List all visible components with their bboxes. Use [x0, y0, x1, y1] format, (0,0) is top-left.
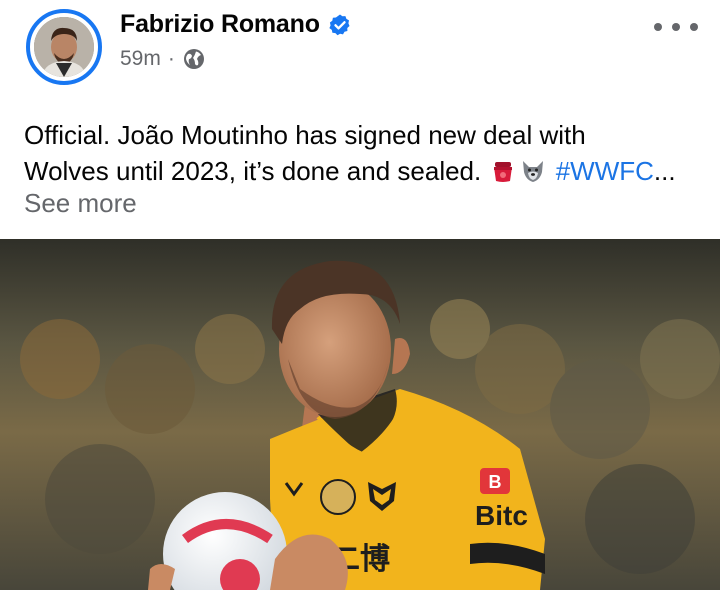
see-more-link[interactable]: See more: [24, 188, 137, 219]
hashtag-link[interactable]: #WWFC: [556, 156, 654, 186]
dot-icon: [690, 23, 698, 31]
globe-icon[interactable]: [182, 47, 206, 71]
post-header: Fabrizio Romano 59m ·: [0, 0, 720, 100]
jersey-badge-text: B: [489, 472, 502, 492]
dot-icon: [654, 23, 662, 31]
meta-separator: ·: [167, 47, 175, 70]
post-meta: 59m ·: [120, 47, 206, 71]
verified-badge-icon: [328, 13, 352, 37]
post-text-line-2: Wolves until 2023, it’s done and sealed.: [24, 156, 482, 186]
seal-emoji-icon: [490, 157, 516, 183]
post-text: Official. João Moutinho has signed new d…: [24, 117, 704, 189]
text-ellipsis: ...: [653, 156, 676, 186]
timestamp[interactable]: 59m: [120, 47, 161, 71]
wolf-emoji-icon: [520, 157, 546, 183]
author-name[interactable]: Fabrizio Romano: [120, 10, 320, 39]
dot-icon: [672, 23, 680, 31]
post-photo[interactable]: B Bitc 二博: [0, 239, 720, 590]
author-row: Fabrizio Romano: [120, 10, 352, 39]
jersey-sponsor-text: Bitc: [475, 500, 528, 531]
avatar[interactable]: [26, 9, 102, 85]
post-text-line-1: Official. João Moutinho has signed new d…: [24, 120, 586, 150]
profile-photo-icon: [34, 17, 94, 77]
more-options-icon[interactable]: [654, 16, 698, 38]
